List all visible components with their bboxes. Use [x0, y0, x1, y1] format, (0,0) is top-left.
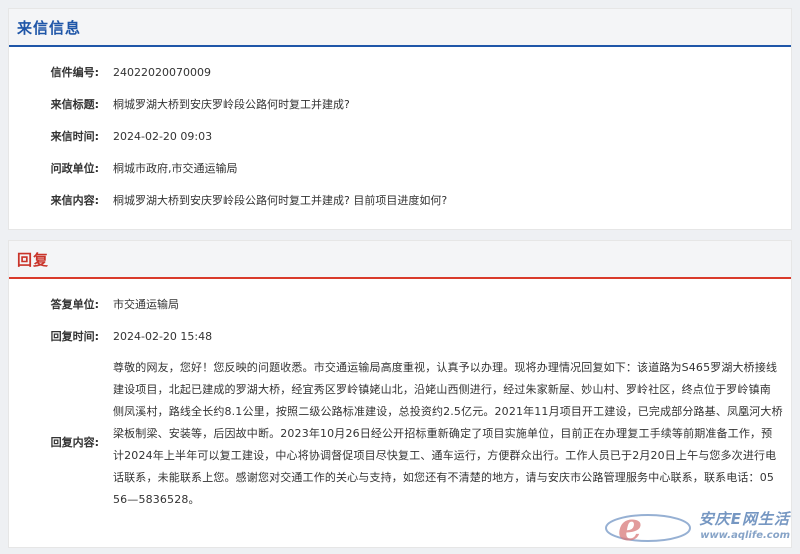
site-watermark: e 安庆E网生活 www.aqlife.com	[604, 502, 794, 550]
letter-info-title: 来信信息	[17, 19, 82, 37]
reply-unit-label: 答复单位:	[50, 298, 99, 311]
svg-text:e: e	[618, 504, 642, 549]
reply-content-line: 尊敬的网友，您好！您反映的问题收悉。市交通运输局高度重视，认真予以办理。现将办理…	[113, 361, 778, 374]
letter-content-label: 来信内容:	[50, 194, 99, 207]
reply-title: 回复	[17, 251, 50, 269]
letter-number-value: 24022020070009	[113, 66, 211, 79]
reply-content-line: 梁板制梁、安装等，后因故中断。2023年10月26日经公开招标重新确定了项目实施…	[113, 427, 773, 440]
reply-header: 回复	[9, 241, 791, 279]
letter-time-label: 来信时间:	[50, 130, 99, 143]
reply-content-line: 侧凤溪村，路线全长约8.1公里，按照二级公路标准建设，总投资约2.5亿元。202…	[113, 405, 783, 418]
letter-title-value: 桐城罗湖大桥到安庆罗岭段公路何时复工并建成?	[113, 98, 350, 111]
letter-info-header: 来信信息	[9, 9, 791, 47]
letter-unit-value: 桐城市政府,市交通运输局	[113, 162, 238, 175]
letter-info-panel: 来信信息 信件编号: 24022020070009 来信标题: 桐城罗湖大桥到安…	[8, 8, 792, 230]
reply-content-line: 计2024年上半年可以复工建设，中心将协调督促项目尽快复工、通车运行，方便群众出…	[113, 449, 777, 462]
reply-content-text: 尊敬的网友，您好！您反映的问题收悉。市交通运输局高度重视，认真予以办理。现将办理…	[113, 357, 783, 511]
reply-time-value: 2024-02-20 15:48	[113, 330, 213, 343]
reply-content-label: 回复内容:	[50, 436, 99, 449]
letter-number-label: 信件编号:	[50, 66, 99, 79]
letter-time-value: 2024-02-20 09:03	[113, 130, 213, 143]
reply-unit-value: 市交通运输局	[113, 298, 179, 311]
letter-title-label: 来信标题:	[50, 98, 99, 111]
watermark-brand: 安庆E网生活	[698, 510, 790, 528]
watermark-url: www.aqlife.com	[700, 530, 790, 541]
reply-content-line: 话联系，未能联系上您。感谢您对交通工作的关心与支持，如您还有不清楚的地方，请与安…	[113, 471, 774, 484]
letter-content-value: 桐城罗湖大桥到安庆罗岭段公路何时复工并建成? 目前项目进度如何?	[113, 194, 448, 207]
reply-time-label: 回复时间:	[50, 330, 99, 343]
reply-content-line: 建设项目，北起已建成的罗湖大桥，经宜秀区罗岭镇姥山北，沿姥山西侧进行，经过朱家新…	[113, 383, 771, 396]
letter-unit-label: 问政单位:	[50, 162, 99, 175]
